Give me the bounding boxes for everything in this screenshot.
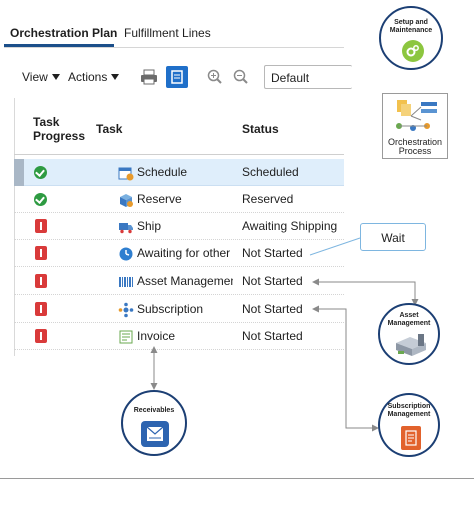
process-flow-icon <box>391 98 441 136</box>
asset-title-line2: Management <box>387 320 431 327</box>
gears-icon <box>402 40 424 62</box>
setup-maintenance-badge[interactable]: Setup and Maintenance <box>379 6 443 70</box>
bottom-divider <box>0 478 474 479</box>
subscription-title-line1: Subscription <box>387 403 431 410</box>
subscription-title-line2: Management <box>387 411 431 418</box>
asset-management-badge[interactable]: Asset Management <box>378 303 440 365</box>
wait-callout: Wait <box>360 223 426 251</box>
receivables-badge[interactable]: Receivables <box>121 390 187 456</box>
building-icon <box>394 331 428 357</box>
subscription-management-badge[interactable]: Subscription Management <box>378 393 440 457</box>
setup-title-line1: Setup and <box>394 19 428 26</box>
orchestration-process-tile[interactable]: Orchestration Process <box>382 93 448 159</box>
asset-title-line1: Asset <box>399 312 419 319</box>
invoice-envelope-icon <box>141 421 169 447</box>
setup-title-line2: Maintenance <box>389 27 433 34</box>
orchestration-caption: Orchestration Process <box>383 138 447 156</box>
receivables-title: Receivables <box>133 407 175 414</box>
subscription-document-icon <box>401 426 421 450</box>
orchestration-caption-line2: Process <box>398 146 432 156</box>
